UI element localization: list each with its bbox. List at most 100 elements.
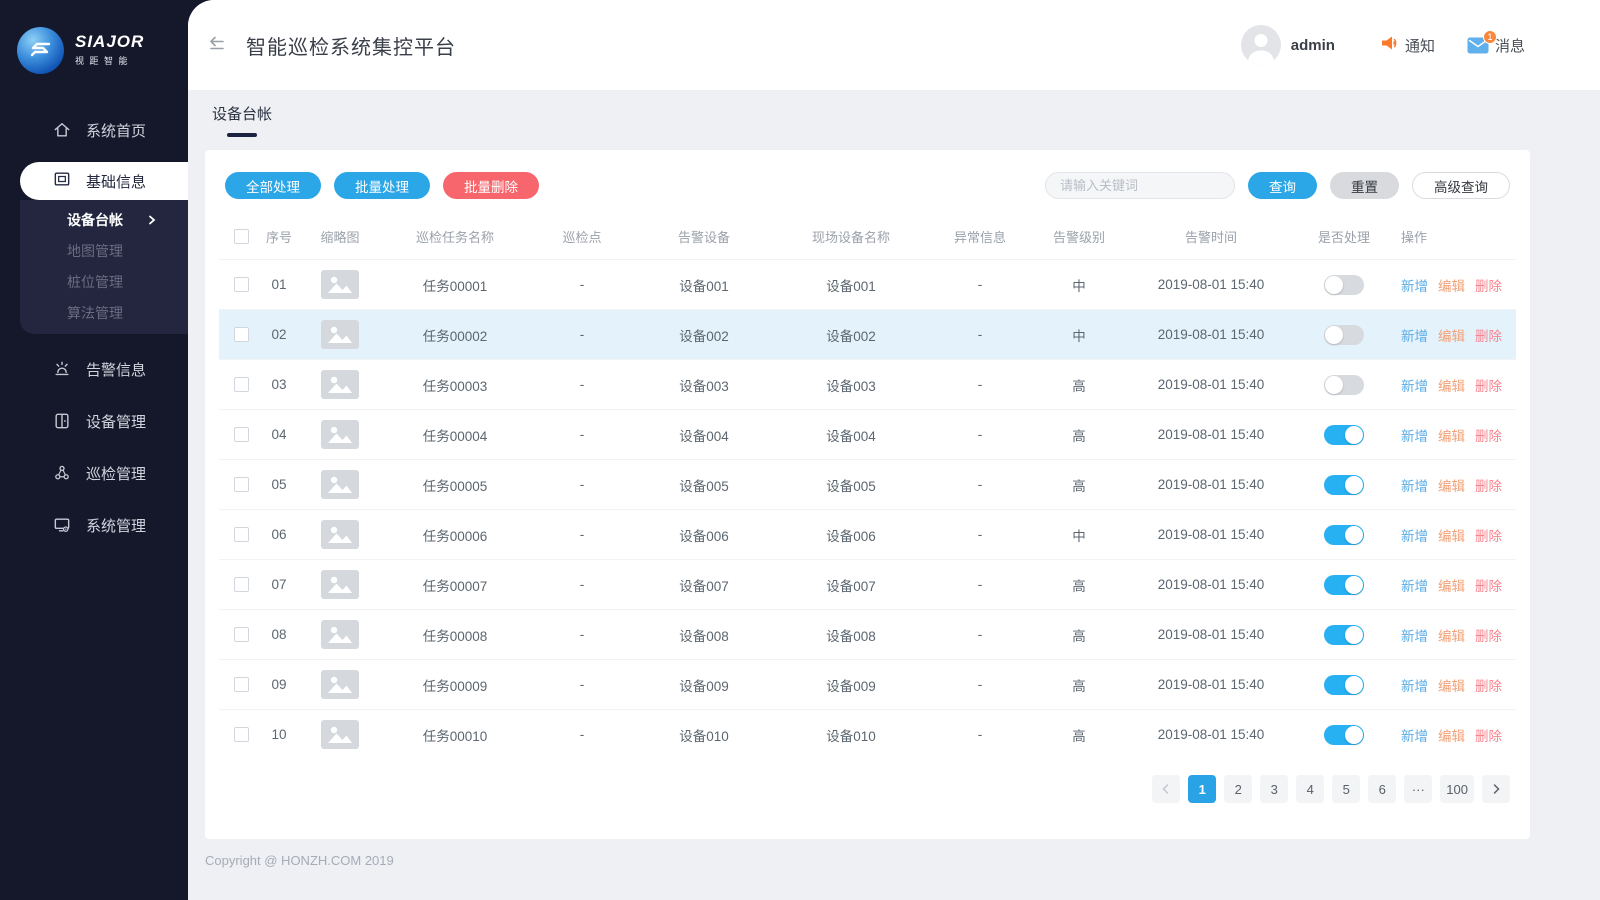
edit-link[interactable]: 编辑 [1438,675,1465,695]
delete-link[interactable]: 删除 [1475,675,1502,695]
submenu-item-map-mgmt[interactable]: 地图管理 [20,235,188,266]
sidebar-item-basic-info[interactable]: 基础信息 [20,162,188,200]
add-link[interactable]: 新增 [1401,575,1428,595]
search-button[interactable]: 查询 [1248,172,1317,199]
processed-toggle[interactable] [1324,475,1364,495]
row-checkbox[interactable] [234,427,249,442]
processed-toggle[interactable] [1324,625,1364,645]
thumbnail-image[interactable] [321,620,359,649]
thumbnail-image[interactable] [321,370,359,399]
page-ellipsis[interactable]: ··· [1404,775,1432,803]
menu-fold-icon[interactable] [205,33,229,57]
edit-link[interactable]: 编辑 [1438,275,1465,295]
notice-button[interactable]: 通知 [1379,33,1435,58]
tab-device-ledger[interactable]: 设备台帐 [212,105,272,137]
edit-link[interactable]: 编辑 [1438,575,1465,595]
thumbnail-image[interactable] [321,720,359,749]
submenu-item-device-ledger[interactable]: 设备台帐 [20,204,188,235]
next-page-button[interactable] [1482,775,1510,803]
edit-link[interactable]: 编辑 [1438,625,1465,645]
page-button[interactable]: 4 [1296,775,1324,803]
prev-page-button[interactable] [1152,775,1180,803]
row-checkbox[interactable] [234,277,249,292]
sidebar-item-system-mgmt[interactable]: 系统管理 [0,505,188,545]
row-checkbox[interactable] [234,527,249,542]
sidebar-item-label: 巡检管理 [86,463,146,484]
sidebar-item-patrol-mgmt[interactable]: 巡检管理 [0,453,188,493]
delete-link[interactable]: 删除 [1475,475,1502,495]
page-button[interactable]: 5 [1332,775,1360,803]
row-checkbox[interactable] [234,577,249,592]
add-link[interactable]: 新增 [1401,475,1428,495]
batch-process-button[interactable]: 批量处理 [334,172,430,199]
submenu-item-algorithm-mgmt[interactable]: 算法管理 [20,297,188,328]
advanced-search-button[interactable]: 高级查询 [1412,172,1510,199]
processed-toggle[interactable] [1324,525,1364,545]
thumbnail-image[interactable] [321,320,359,349]
page-button[interactable]: 3 [1260,775,1288,803]
edit-link[interactable]: 编辑 [1438,325,1465,345]
batch-delete-button[interactable]: 批量删除 [443,172,539,199]
thumbnail-image[interactable] [321,270,359,299]
add-link[interactable]: 新增 [1401,325,1428,345]
message-button[interactable]: 1 消息 [1467,35,1525,56]
add-link[interactable]: 新增 [1401,625,1428,645]
delete-link[interactable]: 删除 [1475,275,1502,295]
page-button[interactable]: 100 [1440,775,1474,803]
thumbnail-image[interactable] [321,470,359,499]
delete-link[interactable]: 删除 [1475,425,1502,445]
add-link[interactable]: 新增 [1401,675,1428,695]
processed-toggle[interactable] [1324,375,1364,395]
delete-link[interactable]: 删除 [1475,725,1502,745]
sidebar-item-alarm-info[interactable]: 告警信息 [0,349,188,389]
process-all-button[interactable]: 全部处理 [225,172,321,199]
thumbnail-image[interactable] [321,420,359,449]
edit-link[interactable]: 编辑 [1438,725,1465,745]
processed-toggle[interactable] [1324,275,1364,295]
processed-toggle[interactable] [1324,725,1364,745]
sidebar-item-home[interactable]: 系统首页 [0,110,188,150]
avatar[interactable] [1241,25,1281,65]
add-link[interactable]: 新增 [1401,275,1428,295]
username[interactable]: admin [1291,37,1335,54]
cell-text: 任务00007 [423,575,488,595]
sidebar-item-device-mgmt[interactable]: 设备管理 [0,401,188,441]
edit-link[interactable]: 编辑 [1438,475,1465,495]
delete-link[interactable]: 删除 [1475,375,1502,395]
processed-toggle[interactable] [1324,675,1364,695]
thumbnail-image[interactable] [321,520,359,549]
column-header: 操作 [1391,227,1510,246]
reset-button[interactable]: 重置 [1330,172,1399,199]
add-link[interactable]: 新增 [1401,725,1428,745]
row-checkbox[interactable] [234,627,249,642]
edit-link[interactable]: 编辑 [1438,425,1465,445]
search-input[interactable] [1045,172,1235,199]
page-button[interactable]: 6 [1368,775,1396,803]
row-checkbox[interactable] [234,377,249,392]
add-link[interactable]: 新增 [1401,375,1428,395]
page-button[interactable]: 1 [1188,775,1216,803]
page-button[interactable]: 2 [1224,775,1252,803]
delete-link[interactable]: 删除 [1475,625,1502,645]
submenu-item-pile-mgmt[interactable]: 桩位管理 [20,266,188,297]
cell-text: 2019-08-01 15:40 [1158,327,1265,342]
row-checkbox[interactable] [234,677,249,692]
row-checkbox[interactable] [234,477,249,492]
add-link[interactable]: 新增 [1401,525,1428,545]
delete-link[interactable]: 删除 [1475,575,1502,595]
edit-link[interactable]: 编辑 [1438,375,1465,395]
processed-toggle[interactable] [1324,325,1364,345]
row-checkbox[interactable] [234,727,249,742]
column-header: 序号 [257,227,301,246]
select-all-checkbox[interactable] [234,229,249,244]
delete-link[interactable]: 删除 [1475,325,1502,345]
processed-toggle[interactable] [1324,425,1364,445]
cell-text: - [580,577,585,592]
thumbnail-image[interactable] [321,670,359,699]
add-link[interactable]: 新增 [1401,425,1428,445]
processed-toggle[interactable] [1324,575,1364,595]
thumbnail-image[interactable] [321,570,359,599]
edit-link[interactable]: 编辑 [1438,525,1465,545]
row-checkbox[interactable] [234,327,249,342]
delete-link[interactable]: 删除 [1475,525,1502,545]
